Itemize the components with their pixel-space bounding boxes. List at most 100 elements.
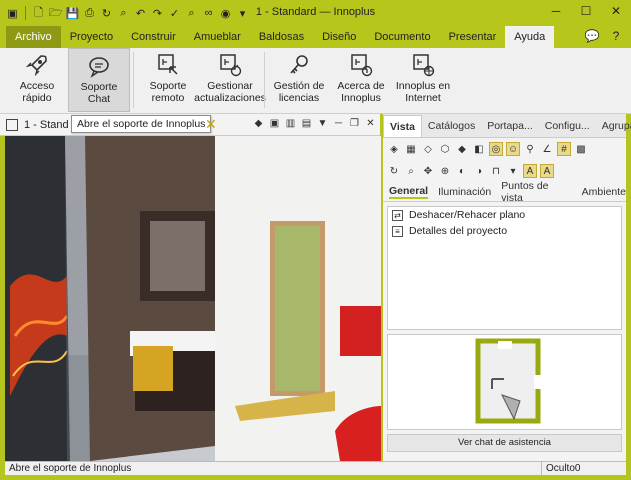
3d-view[interactable]	[5, 136, 381, 461]
list-item[interactable]: ⇄ Deshacer/Rehacer plano	[388, 207, 621, 223]
play-icon[interactable]: ◉	[219, 7, 232, 20]
minimize-view-icon[interactable]: ─	[332, 117, 345, 130]
list-item-label: Detalles del proyecto	[409, 225, 508, 237]
list-item[interactable]: ≡ Detalles del proyecto	[388, 223, 621, 239]
check-icon[interactable]: ✓	[168, 7, 181, 20]
help-icon[interactable]: ?	[607, 28, 625, 44]
dropdown-icon[interactable]: ▾	[236, 7, 249, 20]
ao-icon[interactable]: A	[523, 164, 537, 178]
view-split-icon[interactable]: ▥	[284, 117, 297, 130]
camera-right-icon[interactable]: ◑	[472, 164, 486, 178]
tab-configuracion[interactable]: Configu...	[539, 115, 596, 137]
right-panel-tabs: Vista Catálogos Portapa... Configu... Ag…	[383, 114, 631, 138]
undo-icon[interactable]: ↶	[134, 7, 147, 20]
tab-vista[interactable]: Vista	[383, 115, 422, 137]
redo-icon[interactable]: ↷	[151, 7, 164, 20]
camera-left-icon[interactable]: ◐	[455, 164, 469, 178]
render-icon[interactable]: ◈	[387, 142, 401, 156]
minimize-button[interactable]: ─	[541, 0, 571, 22]
tab-proyecto[interactable]: Proyecto	[61, 26, 122, 48]
camera-icon[interactable]: ◎	[489, 142, 503, 156]
shade-icon[interactable]: ◧	[472, 142, 486, 156]
status-text: Abre el soporte de Innoplus	[9, 463, 132, 474]
grid-icon[interactable]: ▦	[404, 142, 418, 156]
rocket-icon	[25, 55, 47, 77]
support-chat-button[interactable]: Soporte Chat	[68, 48, 130, 112]
menu-bar: Archivo Proyecto Construir Amueblar Bald…	[0, 26, 631, 48]
tab-baldosas[interactable]: Baldosas	[250, 26, 313, 48]
about-button[interactable]: Acerca de Innoplus	[330, 48, 392, 112]
window-controls: ─ ☐ ✕	[541, 0, 631, 22]
tab-ayuda[interactable]: Ayuda	[505, 26, 555, 48]
tab-documento[interactable]: Documento	[365, 26, 439, 48]
tab-archivo[interactable]: Archivo	[6, 26, 61, 48]
support-chat-icon[interactable]: 💬	[583, 28, 601, 44]
walk-icon[interactable]: ⚲	[523, 142, 537, 156]
close-button[interactable]: ✕	[601, 0, 631, 22]
tab-catalogos[interactable]: Catálogos	[422, 115, 481, 137]
search-icon[interactable]: ⌕	[185, 7, 198, 20]
status-bar: Abre el soporte de Innoplus Oculto0	[5, 461, 626, 476]
internet-icon	[413, 54, 435, 77]
tab-amueblar[interactable]: Amueblar	[185, 26, 250, 48]
link-icon[interactable]: ∞	[202, 7, 215, 20]
angle-icon[interactable]: ∠	[540, 142, 554, 156]
support-chat-label: Soporte Chat	[80, 81, 118, 105]
restore-view-icon[interactable]: ❐	[348, 117, 361, 130]
rotate-icon[interactable]: ↻	[387, 164, 401, 178]
chat-icon	[89, 57, 109, 78]
subtab-iluminacion[interactable]: Iluminación	[438, 186, 491, 198]
zoom-icon[interactable]: ⌕	[117, 7, 130, 20]
ao-alt-icon[interactable]: A	[540, 164, 554, 178]
hash-icon[interactable]: #	[557, 142, 571, 156]
floor-plan-drawing	[475, 338, 542, 424]
save-icon[interactable]: 💾	[66, 7, 80, 20]
tab-agrupar[interactable]: Agrupar	[596, 115, 631, 137]
view-tools-row-1: ◈ ▦ ◇ ⬡ ◆ ◧ ◎ ☺ ⚲ ∠ # ▩	[383, 138, 626, 160]
title-bar: ▣ 🗋 🗁 💾 ⎙ ↻ ⌕ ↶ ↷ ✓ ⌕ ∞ ◉ ▾ 1 - Standard…	[0, 0, 631, 26]
print-icon[interactable]: ⎙	[83, 7, 96, 20]
manage-updates-label: Gestionar actualizaciones	[194, 80, 266, 104]
subtab-puntos-de-vista[interactable]: Puntos de vista	[501, 180, 571, 204]
close-view-icon[interactable]: ✕	[364, 117, 377, 130]
maximize-button[interactable]: ☐	[571, 0, 601, 22]
pattern-icon[interactable]: ▩	[574, 142, 588, 156]
tooltip: Abre el soporte de Innoplus	[71, 115, 212, 133]
tab-portapapeles[interactable]: Portapa...	[481, 115, 539, 137]
subtab-ambiente[interactable]: Ambiente	[582, 186, 626, 198]
manage-updates-button[interactable]: Gestionar actualizaciones	[194, 48, 266, 112]
right-panel: Vista Catálogos Portapa... Configu... Ag…	[383, 114, 631, 461]
tab-diseno[interactable]: Diseño	[313, 26, 365, 48]
subtab-general[interactable]: General	[389, 185, 429, 199]
ribbon-separator	[264, 52, 265, 108]
view-assistance-chat-button[interactable]: Ver chat de asistencia	[387, 434, 622, 452]
view-columns-icon[interactable]: ▤	[300, 117, 313, 130]
move-icon[interactable]: ✥	[421, 164, 435, 178]
tab-construir[interactable]: Construir	[122, 26, 185, 48]
refresh-icon[interactable]: ↻	[100, 7, 113, 20]
cube-icon[interactable]: ◆	[252, 117, 265, 130]
new-file-icon[interactable]: 🗋	[32, 7, 45, 20]
undo-redo-icon: ⇄	[392, 209, 403, 221]
open-folder-icon[interactable]: 🗁	[49, 7, 63, 20]
person-icon[interactable]: ☺	[506, 142, 520, 156]
internet-button[interactable]: Innoplus en Internet	[392, 48, 454, 112]
view-menu-icon[interactable]: ▼	[316, 117, 329, 130]
licenses-button[interactable]: Gestión de licencias	[268, 48, 330, 112]
zoom-icon[interactable]: ⌕	[404, 164, 418, 178]
document-tab-title[interactable]: 1 - Stand	[24, 119, 69, 131]
floor-plan-preview[interactable]	[387, 334, 622, 430]
frame-icon[interactable]: ⊓	[489, 164, 503, 178]
remote-support-button[interactable]: Soporte remoto	[137, 48, 199, 112]
solid-icon[interactable]: ◆	[455, 142, 469, 156]
view-2d-icon[interactable]: ▣	[268, 117, 281, 130]
dropdown-icon[interactable]: ▾	[506, 164, 520, 178]
zoom-area-icon[interactable]: ⊕	[438, 164, 452, 178]
about-label: Acerca de Innoplus	[337, 80, 385, 104]
cube-icon[interactable]: ◇	[421, 142, 435, 156]
quick-access-button[interactable]: Acceso rápido	[6, 48, 68, 112]
app-icon[interactable]: ▣	[6, 7, 19, 20]
box-icon[interactable]: ⬡	[438, 142, 452, 156]
close-document-icon[interactable]: ✕	[205, 116, 217, 133]
tab-presentar[interactable]: Presentar	[440, 26, 506, 48]
